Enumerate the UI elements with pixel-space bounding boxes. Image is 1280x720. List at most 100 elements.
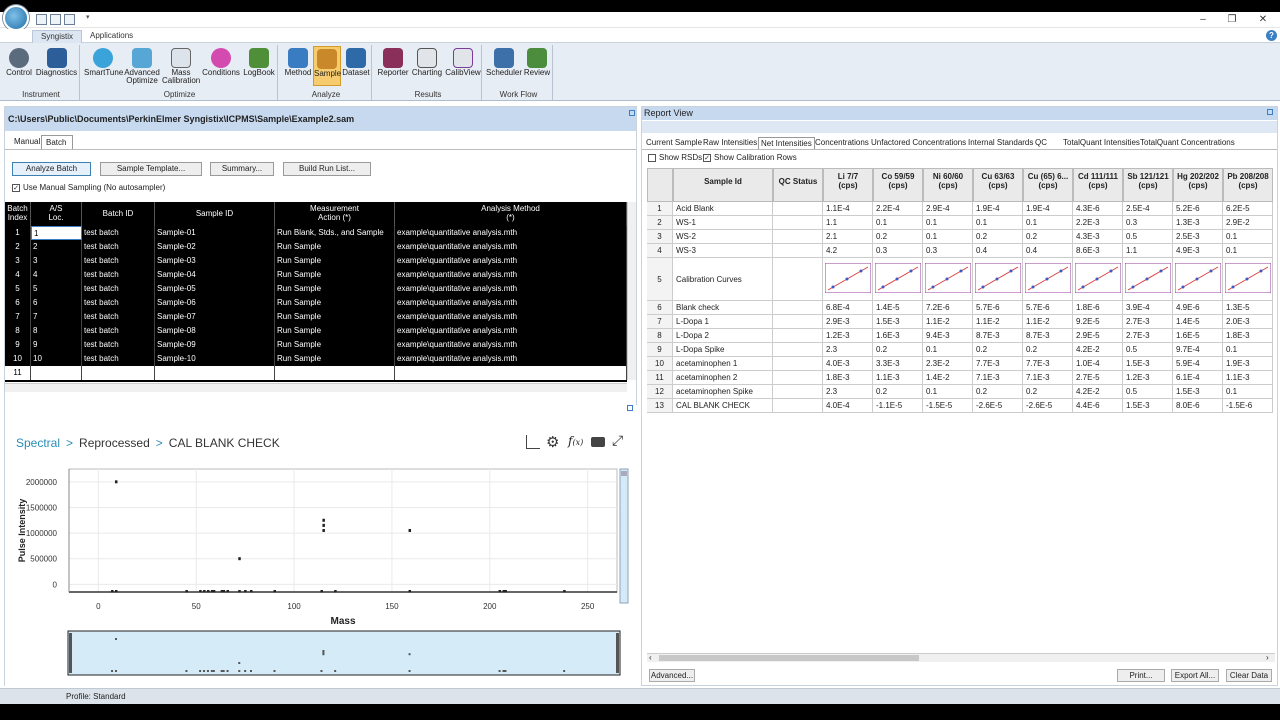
data-point[interactable] [322, 518, 325, 522]
batch-cell[interactable]: Sample-04 [155, 268, 275, 282]
control-button[interactable]: Control [4, 46, 34, 86]
show-rsds-checkbox[interactable]: Show RSDs [648, 153, 702, 162]
data-point[interactable] [238, 590, 241, 593]
results-header[interactable]: Co 59/59 (cps) [873, 168, 923, 202]
batch-cell[interactable] [395, 366, 627, 380]
batch-cell[interactable]: Run Sample [275, 352, 395, 366]
batch-cell[interactable] [275, 366, 395, 380]
batch-cell[interactable]: Run Sample [275, 296, 395, 310]
pin-icon[interactable] [1267, 109, 1273, 115]
batch-cell[interactable]: test batch [82, 254, 155, 268]
pin-icon[interactable] [629, 110, 635, 116]
batch-cell[interactable]: test batch [82, 226, 155, 240]
batch-cell[interactable]: 3 [31, 254, 82, 268]
scroll-thumb[interactable] [659, 655, 919, 661]
batch-cell[interactable]: example\quantitative analysis.mth [395, 254, 627, 268]
batch-cell[interactable]: test batch [82, 240, 155, 254]
tab-report-6[interactable]: QC [1033, 137, 1049, 149]
batch-grid-vscroll[interactable] [627, 202, 636, 380]
results-header[interactable]: Sb 121/121 (cps) [1123, 168, 1173, 202]
batch-cell[interactable]: Run Sample [275, 254, 395, 268]
data-point[interactable] [111, 590, 114, 593]
advanced-button[interactable]: Advanced... [649, 669, 695, 682]
tab-report-1[interactable]: Raw Intensities [701, 137, 759, 149]
results-row[interactable]: 9 L-Dopa Spike 2.3 0.2 0.1 0.2 0.2 4.2E-2 0.5 9.7… [647, 343, 1277, 357]
data-point[interactable] [114, 480, 118, 484]
advanced-optimize-button[interactable]: Advanced Optimize [124, 46, 160, 86]
data-point[interactable] [320, 590, 323, 593]
results-row[interactable]: 11 acetaminophen 2 1.8E-3 1.1E-3 1.4E-2 7.1E-… [647, 371, 1277, 385]
results-row[interactable]: 13 CAL BLANK CHECK 4.0E-4 -1.1E-5 -1.5E-5 -2.… [647, 399, 1277, 413]
diagnostics-button[interactable]: Diagnostics [35, 46, 78, 86]
results-row[interactable]: 10 acetaminophen 1 4.0E-3 3.3E-3 2.3E-2 7.7E-… [647, 357, 1277, 371]
results-header[interactable]: Hg 202/202 (cps) [1173, 168, 1223, 202]
data-point[interactable] [212, 590, 216, 593]
data-point[interactable] [114, 590, 118, 593]
batch-cell[interactable]: Run Sample [275, 240, 395, 254]
calibration-curve-thumbnail[interactable] [1125, 263, 1171, 293]
batch-cell[interactable]: test batch [82, 296, 155, 310]
batch-cell[interactable]: example\quantitative analysis.mth [395, 296, 627, 310]
scheduler-button[interactable]: Scheduler [486, 46, 522, 86]
data-point[interactable] [322, 529, 325, 532]
batch-cell[interactable]: Sample-10 [155, 352, 275, 366]
batch-row[interactable]: 8 8 test batch Sample-08 Run Sample example\q… [5, 324, 627, 338]
scroll-right-icon[interactable]: › [1266, 653, 1269, 662]
overview-left-handle[interactable] [69, 633, 72, 673]
batch-cell[interactable]: Sample-06 [155, 296, 275, 310]
batch-cell[interactable]: test batch [82, 310, 155, 324]
sample-button[interactable]: Sample [313, 46, 341, 86]
batch-cell[interactable]: 2 [31, 240, 82, 254]
tab-syngistix[interactable]: Syngistix [32, 30, 83, 43]
app-logo-icon[interactable] [3, 5, 29, 31]
batch-cell[interactable]: example\quantitative analysis.mth [395, 240, 627, 254]
data-point[interactable] [199, 590, 202, 593]
results-header[interactable]: Li 7/7 (cps) [823, 168, 873, 202]
batch-row[interactable]: 3 3 test batch Sample-03 Run Sample example\q… [5, 254, 627, 268]
batch-cell[interactable]: 5 [31, 282, 82, 296]
results-header[interactable]: Ni 60/60 (cps) [923, 168, 973, 202]
calibration-curve-thumbnail[interactable] [1175, 263, 1221, 293]
batch-cell[interactable]: test batch [82, 352, 155, 366]
help-icon[interactable]: ? [1266, 30, 1277, 41]
batch-cell[interactable]: test batch [82, 324, 155, 338]
results-row[interactable]: 1 Acid Blank 1.1E-4 2.2E-4 2.9E-4 1.9E-4 1.9E-… [647, 202, 1277, 216]
tab-report-2[interactable]: Net Intensities [758, 137, 815, 149]
mass-calibration-button[interactable]: Mass Calibration [162, 46, 200, 86]
calibration-curve-thumbnail[interactable] [1025, 263, 1071, 293]
tab-report-4[interactable]: Unfactored Concentrations [869, 137, 968, 149]
results-row[interactable]: 6 Blank check 6.8E-4 1.4E-5 7.2E-6 5.7E-6 5.7E… [647, 301, 1277, 315]
data-point[interactable] [206, 590, 210, 593]
batch-cell[interactable]: Sample-08 [155, 324, 275, 338]
tab-batch[interactable]: Batch [41, 135, 73, 149]
batch-cell[interactable]: Sample-05 [155, 282, 275, 296]
review-button[interactable]: Review [523, 46, 551, 86]
tab-report-3[interactable]: Concentrations [813, 137, 871, 149]
data-point[interactable] [226, 590, 230, 593]
results-header[interactable]: Cu 63/63 (cps) [973, 168, 1023, 202]
results-row[interactable]: 2 WS-1 1.1 0.1 0.1 0.1 0.1 2.2E-3 0.3 1.3E-3 2.9E-… [647, 216, 1277, 230]
logbook-button[interactable]: LogBook [242, 46, 276, 86]
batch-cell[interactable]: test batch [82, 338, 155, 352]
save-icon[interactable] [64, 14, 75, 25]
batch-cell[interactable]: Sample-01 [155, 226, 275, 240]
batch-cell[interactable] [31, 366, 82, 380]
batch-cell[interactable]: 10 [31, 352, 82, 366]
calibration-curve-thumbnail[interactable] [1225, 263, 1271, 293]
results-row[interactable]: 4 WS-3 4.2 0.3 0.3 0.4 0.4 8.6E-3 1.1 4.9E-3 0.1 [647, 244, 1277, 258]
calibration-curve-thumbnail[interactable] [925, 263, 971, 293]
charting-button[interactable]: Charting [411, 46, 443, 86]
results-row[interactable]: 12 acetaminophen Spike 2.3 0.2 0.1 0.2 0.2 4.2E… [647, 385, 1277, 399]
results-header[interactable]: Pb 208/208 (cps) [1223, 168, 1273, 202]
data-point[interactable] [244, 590, 247, 593]
batch-cell[interactable]: 4 [31, 268, 82, 282]
batch-row[interactable]: 5 5 test batch Sample-05 Run Sample example\q… [5, 282, 627, 296]
open-folder-icon[interactable] [50, 14, 61, 25]
clear-data-button[interactable]: Clear Data [1226, 669, 1272, 682]
batch-row[interactable]: 11 [5, 366, 627, 380]
batch-row[interactable]: 4 4 test batch Sample-04 Run Sample example\q… [5, 268, 627, 282]
tab-manual[interactable]: Manual [10, 135, 44, 149]
data-point[interactable] [250, 590, 253, 593]
batch-grid-hscroll[interactable] [5, 383, 627, 392]
batch-cell[interactable] [82, 366, 155, 380]
